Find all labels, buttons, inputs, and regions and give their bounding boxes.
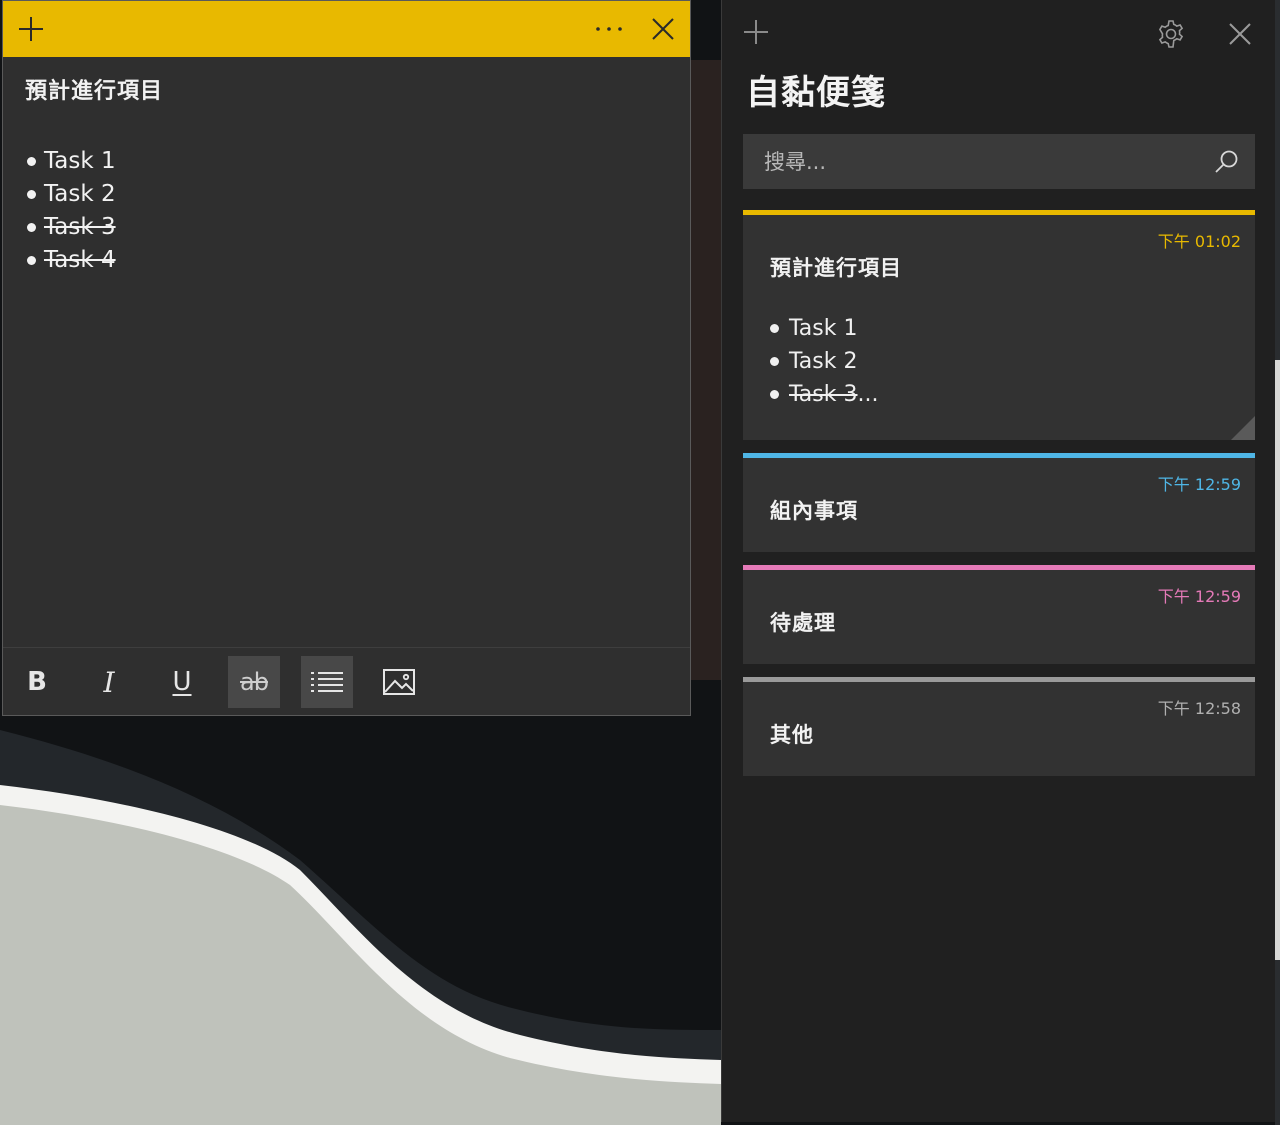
note-editor[interactable]: 預計進行項目 Task 1 Task 2 Task 3 Task 4 bbox=[25, 73, 670, 277]
close-panel-button[interactable] bbox=[1212, 6, 1268, 62]
note-color-bar bbox=[743, 453, 1255, 458]
list-item-text: Task 2 bbox=[44, 181, 116, 207]
note-color-bar bbox=[743, 565, 1255, 570]
search-icon bbox=[1215, 150, 1238, 173]
bullet-dot bbox=[27, 256, 36, 265]
note-card-preview-list: Task 1 Task 2 Task 3... bbox=[770, 312, 878, 411]
italic-button[interactable]: I bbox=[83, 656, 135, 708]
list-item-text: Task 4 bbox=[44, 247, 116, 273]
list-item-text: Task 3 bbox=[789, 382, 858, 407]
italic-icon: I bbox=[103, 665, 115, 699]
panel-title: 自黏便箋 bbox=[746, 73, 886, 113]
list-item-text: Task 1 bbox=[789, 316, 858, 341]
list-item-text: Task 3 bbox=[44, 214, 116, 240]
note-card[interactable]: 下午 12:58 其他 bbox=[743, 677, 1255, 776]
strikethrough-icon: ab bbox=[240, 668, 269, 696]
list-item: Task 1 bbox=[25, 145, 670, 178]
plus-icon bbox=[744, 20, 768, 44]
list-item-text: Task 2 bbox=[789, 349, 858, 374]
note-timestamp: 下午 01:02 bbox=[1157, 232, 1241, 251]
list-item: Task 2 bbox=[25, 178, 670, 211]
underline-icon: U bbox=[172, 667, 192, 697]
note-card[interactable]: 下午 12:59 待處理 bbox=[743, 565, 1255, 664]
note-menu-button[interactable] bbox=[581, 1, 637, 57]
truncation-ellipsis: ... bbox=[857, 382, 879, 407]
formatting-toolbar: B I U ab bbox=[3, 647, 690, 715]
note-card-title: 預計進行項目 bbox=[770, 256, 902, 280]
close-icon bbox=[1229, 23, 1251, 45]
note-card[interactable]: 下午 12:59 組內事項 bbox=[743, 453, 1255, 552]
strikethrough-button[interactable]: ab bbox=[228, 656, 280, 708]
plus-icon bbox=[19, 17, 43, 41]
note-timestamp: 下午 12:58 bbox=[1157, 699, 1241, 718]
new-note-button[interactable] bbox=[3, 1, 59, 57]
bullet-dot bbox=[770, 357, 779, 366]
bold-icon: B bbox=[27, 667, 47, 697]
note-task-list: Task 1 Task 2 Task 3 Task 4 bbox=[25, 145, 670, 277]
close-icon bbox=[652, 18, 674, 40]
notes-list-panel: 自黏便箋 下午 01:02 預計進行項目 Task 1 Task 2 bbox=[721, 0, 1275, 1122]
more-ellipsis-icon bbox=[596, 27, 622, 31]
settings-button[interactable] bbox=[1143, 6, 1199, 62]
list-item-completed: Task 3 bbox=[25, 211, 670, 244]
list-item: Task 2 bbox=[770, 345, 878, 378]
search-input[interactable] bbox=[743, 134, 1199, 189]
image-icon bbox=[383, 669, 415, 695]
bullet-dot bbox=[770, 390, 779, 399]
insert-image-button[interactable] bbox=[373, 656, 425, 708]
note-card-title: 待處理 bbox=[770, 611, 836, 635]
page-fold-corner bbox=[1231, 416, 1255, 440]
close-note-button[interactable] bbox=[635, 1, 691, 57]
list-item-completed: Task 4 bbox=[25, 244, 670, 277]
gear-icon bbox=[1158, 20, 1184, 48]
bullet-dot bbox=[770, 324, 779, 333]
search-box bbox=[743, 134, 1255, 189]
list-item-completed: Task 3... bbox=[770, 378, 878, 411]
list-item-text: Task 1 bbox=[44, 148, 116, 174]
new-note-button[interactable] bbox=[728, 4, 784, 60]
note-color-bar bbox=[743, 677, 1255, 682]
sticky-note-window: 預計進行項目 Task 1 Task 2 Task 3 Task 4 B I U… bbox=[2, 0, 691, 716]
underline-button[interactable]: U bbox=[156, 656, 208, 708]
bullets-button[interactable] bbox=[301, 656, 353, 708]
note-timestamp: 下午 12:59 bbox=[1157, 587, 1241, 606]
bullet-list-icon bbox=[311, 672, 343, 692]
note-timestamp: 下午 12:59 bbox=[1157, 475, 1241, 494]
note-card-title: 其他 bbox=[770, 723, 814, 747]
note-titlebar[interactable] bbox=[3, 1, 690, 57]
search-button[interactable] bbox=[1199, 134, 1255, 189]
bold-button[interactable]: B bbox=[11, 656, 63, 708]
bullet-dot bbox=[27, 157, 36, 166]
note-card[interactable]: 下午 01:02 預計進行項目 Task 1 Task 2 Task 3... bbox=[743, 210, 1255, 440]
list-item: Task 1 bbox=[770, 312, 878, 345]
bullet-dot bbox=[27, 223, 36, 232]
note-card-title: 組內事項 bbox=[770, 499, 858, 523]
note-heading: 預計進行項目 bbox=[25, 79, 164, 104]
panel-titlebar[interactable] bbox=[722, 0, 1275, 64]
note-color-bar bbox=[743, 210, 1255, 215]
bullet-dot bbox=[27, 190, 36, 199]
